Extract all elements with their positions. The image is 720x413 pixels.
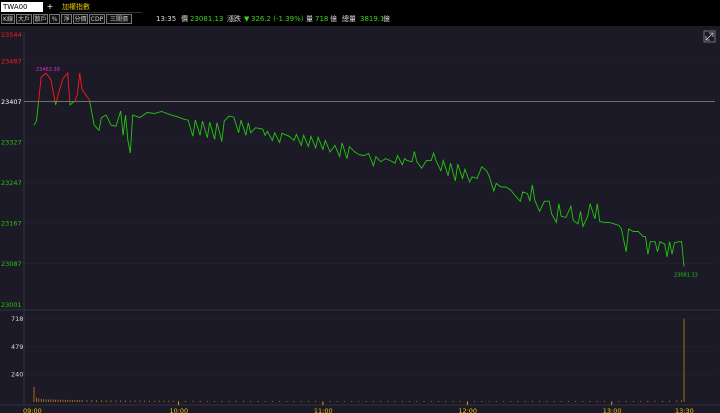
change-down-icon: ▼ <box>244 15 250 23</box>
volume-value: 718 <box>315 15 329 23</box>
quote-time: 13:35 <box>156 15 177 23</box>
y-tick-label: 23407 <box>1 98 22 106</box>
x-tick-label: 13:00 <box>603 407 622 413</box>
toolbar: TWA00 + 加權指數 K線 大戶 散戶 % 淨 分價 CDP 三關價 13:… <box>0 0 720 26</box>
y-tick-label: 23247 <box>1 179 22 187</box>
x-tick-label: 12:00 <box>458 407 477 413</box>
y-tick-label: 23327 <box>1 138 22 146</box>
x-tick-label: 09:00 <box>23 407 42 413</box>
kline-button[interactable]: K線 <box>1 14 15 24</box>
total-volume-value: 3819.1 <box>360 15 385 23</box>
volume-unit: 億 <box>330 15 337 23</box>
price-volume-button[interactable]: 分價 <box>73 14 88 24</box>
cdp-button[interactable]: CDP <box>89 14 105 24</box>
chart-background <box>0 26 720 413</box>
y-tick-label: 23167 <box>1 219 22 227</box>
y-tick-label: 23544 <box>1 31 22 39</box>
price-value: 23081.13 <box>190 15 224 23</box>
intraday-chart[interactable]: 23544 23487 23407 23327 23247 23167 23087 23001… <box>0 26 720 413</box>
x-tick-label: 13:30 <box>675 407 694 413</box>
symbol-input[interactable]: TWA00 <box>1 2 43 12</box>
y-tick-label: 23487 <box>1 57 22 65</box>
volume-label: 量 <box>306 15 313 23</box>
high-price-label: 23463.38 <box>36 67 60 73</box>
symbol-search-icon[interactable]: + <box>45 2 55 12</box>
price-label: 價 <box>181 15 188 23</box>
x-tick-label: 10:00 <box>169 407 188 413</box>
volume-tick-label: 479 <box>11 343 23 351</box>
big-trader-button[interactable]: 大戶 <box>16 14 32 24</box>
y-tick-label: 23001 <box>1 301 22 309</box>
x-tick-label: 11:00 <box>314 407 333 413</box>
percent-button[interactable]: % <box>49 14 60 24</box>
volume-tick-label: 240 <box>11 371 23 379</box>
change-value: 326.2 (-1.39%) <box>251 15 304 23</box>
total-volume-unit: 億 <box>383 15 390 23</box>
net-button[interactable]: 淨 <box>61 14 72 24</box>
volume-tick-label: 718 <box>11 315 23 323</box>
three-levels-button[interactable]: 三關價 <box>106 14 132 24</box>
retail-button[interactable]: 散戶 <box>33 14 48 24</box>
last-price-label: 23081.13 <box>674 272 698 278</box>
change-label: 漲跌 <box>227 15 241 23</box>
total-volume-label: 總量 <box>342 15 356 23</box>
y-tick-label: 23087 <box>1 260 22 268</box>
symbol-name: 加權指數 <box>59 2 142 13</box>
